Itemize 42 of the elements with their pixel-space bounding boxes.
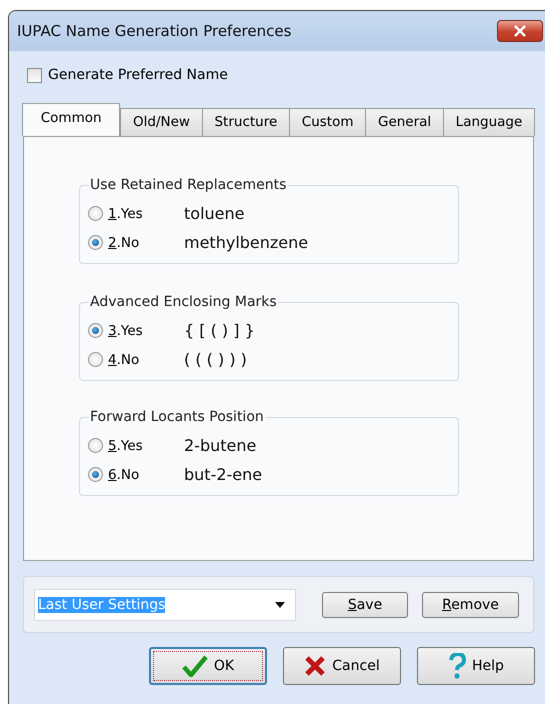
dialog-button[interactable]: OK (149, 647, 267, 685)
radio-label[interactable]: 3.Yes (108, 322, 184, 338)
dropdown-value: Last User Settings (38, 596, 166, 612)
preset-button[interactable]: Save (322, 592, 408, 618)
group-title: Forward Locants Position (89, 409, 265, 425)
example-text: { [ ( ) ] } (184, 321, 255, 340)
close-button[interactable] (497, 20, 543, 42)
radio-button[interactable] (88, 467, 103, 482)
radio-button[interactable] (88, 206, 103, 221)
tab[interactable]: Custom (289, 108, 366, 136)
radio-button[interactable] (88, 235, 103, 250)
radio-label[interactable]: 1.Yes (108, 206, 184, 222)
window-title: IUPAC Name Generation Preferences (17, 22, 292, 40)
tab[interactable]: Common (22, 103, 120, 136)
preset-button[interactable]: Remove (422, 592, 519, 618)
radio-label[interactable]: 6.No (108, 466, 184, 482)
cross-icon (304, 655, 326, 677)
example-text: but-2-ene (184, 465, 262, 484)
radio-label[interactable]: 2.No (108, 234, 184, 250)
question-icon (448, 653, 466, 679)
example-text: ( ( ( ) ) ) (184, 350, 247, 369)
checkbox[interactable] (27, 68, 42, 82)
tab[interactable]: Old/New (120, 108, 203, 136)
example-text: toluene (184, 204, 244, 223)
checkbox-label: Generate Preferred Name (48, 67, 228, 83)
example-text: methylbenzene (184, 233, 308, 252)
dialog-button[interactable]: Help (417, 647, 535, 685)
example-text: 2-butene (184, 436, 256, 455)
check-icon (182, 655, 208, 677)
group-title: Advanced Enclosing Marks (89, 294, 278, 310)
dialog-button[interactable]: Cancel (283, 647, 401, 685)
radio-button[interactable] (88, 352, 103, 367)
tab[interactable]: Language (442, 108, 536, 136)
radio-label[interactable]: 4.No (108, 352, 184, 368)
group-title: Use Retained Replacements (89, 177, 288, 193)
close-icon (513, 25, 527, 37)
tab[interactable]: Structure (202, 108, 290, 136)
dropdown-arrow-icon (275, 602, 285, 608)
radio-button[interactable] (88, 323, 103, 338)
radio-label[interactable]: 5.Yes (108, 438, 184, 454)
radio-button[interactable] (88, 438, 103, 453)
tab[interactable]: General (365, 108, 444, 136)
